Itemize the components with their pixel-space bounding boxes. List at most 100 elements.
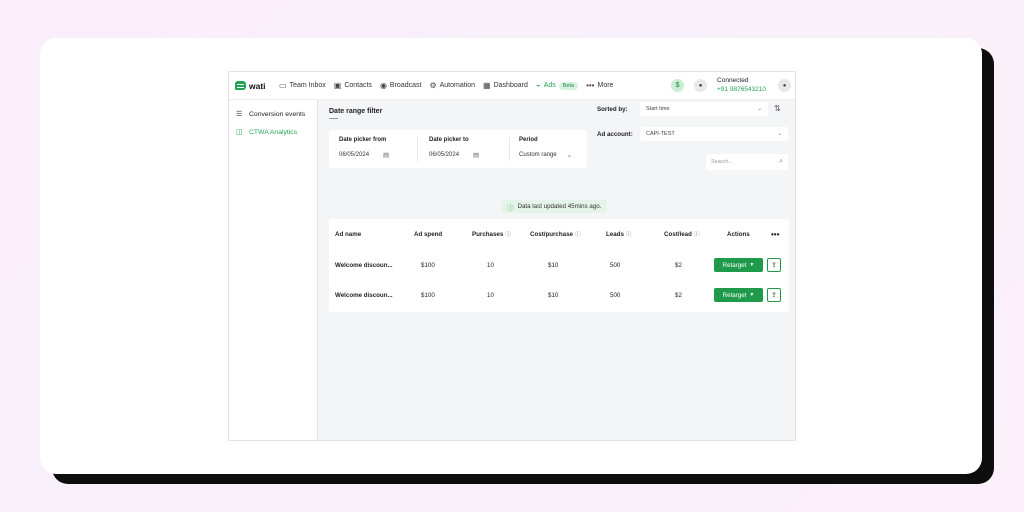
info-icon[interactable]: ⓘ [626, 230, 632, 238]
data-updated-notice: ⓘ Data last updated 45mins ago. [501, 200, 608, 213]
retarget-button[interactable]: Retarget ▼ [714, 288, 763, 302]
ad-account-select[interactable]: CAPI-TEST ⌄ [640, 127, 788, 141]
nav-label: Team Inbox [289, 82, 326, 89]
chevron-down-icon: ⌄ [777, 131, 782, 137]
more-icon: ••• [586, 81, 595, 90]
info-icon: ⓘ [507, 204, 514, 212]
cell-cost-purchase: $10 [548, 291, 559, 299]
list-icon: ☰ [236, 111, 243, 118]
search-placeholder: Search... [711, 159, 734, 165]
cell-ad-spend: $100 [421, 261, 435, 269]
dashboard-icon: ▦ [483, 81, 491, 90]
info-icon[interactable]: ⓘ [575, 230, 581, 238]
connection-info: Connected +91 9876543210 [717, 77, 766, 93]
header-ad-name: Ad name [335, 230, 362, 238]
header-cost-purchase-text: Cost/purchase [530, 230, 573, 238]
nav-right: $ ● Connected +91 9876543210 ● [661, 77, 791, 93]
retarget-label: Retarget [722, 291, 747, 299]
app-window: wati ▭ Team Inbox ▣ Contacts ◉ Broadcast… [228, 71, 796, 441]
header-ad-spend: Ad spend [414, 230, 443, 238]
header-leads: Leads ⓘ [606, 219, 631, 249]
table-row: Welcome discoun... $100 10 $10 500 $2 Re… [329, 250, 789, 280]
date-range-filter-title: Date range filter [329, 108, 383, 115]
sorted-by-select[interactable]: Start time ⌄ [640, 102, 768, 116]
date-to-value[interactable]: 06/05/2024 ▤ [429, 151, 479, 159]
header-cost-purchase: Cost/purchase ⓘ [530, 219, 581, 249]
table-row: Welcome discoun... $100 10 $10 500 $2 Re… [329, 280, 789, 310]
analytics-icon: ◫ [236, 129, 243, 136]
nav-label: Dashboard [493, 82, 528, 89]
logo[interactable]: wati [235, 81, 271, 91]
header-cost-lead: Cost/lead ⓘ [664, 219, 699, 249]
avatar-icon[interactable]: ● [778, 79, 791, 92]
sorted-by-value: Start time [646, 106, 670, 112]
nav-dashboard[interactable]: ▦ Dashboard [483, 81, 528, 90]
nav-team-inbox[interactable]: ▭ Team Inbox [279, 81, 326, 90]
connection-phone: +91 9876543210 [717, 85, 766, 93]
wati-logo-icon [235, 81, 246, 90]
table-header: Ad name Ad spend Purchases ⓘ Cost/purchas… [329, 219, 789, 249]
beta-badge: Beta [558, 81, 579, 90]
period-label: Period [519, 137, 538, 143]
ad-account-value: CAPI-TEST [646, 131, 675, 137]
nav-contacts[interactable]: ▣ Contacts [334, 81, 372, 90]
inbox-icon: ▭ [279, 81, 287, 90]
nav-automation[interactable]: ⚙ Automation [429, 81, 475, 90]
chevron-down-icon: ⌄ [566, 152, 573, 159]
info-icon[interactable]: ⓘ [694, 230, 700, 238]
period-select[interactable]: Custom range ⌄ [519, 151, 572, 159]
header-leads-text: Leads [606, 230, 624, 238]
search-input[interactable]: Search... ⌕ [706, 154, 788, 170]
cell-cost-lead: $2 [675, 261, 682, 269]
export-icon[interactable]: ⇪ [767, 288, 781, 302]
ads-table: Ad name Ad spend Purchases ⓘ Cost/purchas… [329, 219, 789, 312]
header-purchases-text: Purchases [472, 230, 504, 238]
cell-leads: 500 [610, 261, 621, 269]
more-options-icon[interactable]: ••• [771, 219, 779, 249]
date-from-value[interactable]: 06/05/2024 ▤ [339, 151, 389, 159]
header-actions: Actions [727, 230, 750, 238]
ads-icon: ⌁ [535, 81, 541, 90]
search-icon: ⌕ [779, 158, 783, 165]
sidebar-item-ctwa-analytics[interactable]: ◫ CTWA Analytics [229, 123, 317, 141]
date-to-label: Date picker to [429, 137, 469, 143]
period-group[interactable]: Period Custom range ⌄ [519, 137, 572, 159]
cell-ad-name: Welcome discoun... [335, 261, 393, 269]
ad-account-label: Ad account: [597, 131, 633, 138]
bell-icon[interactable]: ● [694, 79, 708, 92]
nav-label: More [597, 82, 614, 89]
date-from-group[interactable]: Date picker from 06/05/2024 ▤ [339, 137, 389, 159]
date-to-text: 06/05/2024 [429, 152, 460, 158]
sidebar-item-label: CTWA Analytics [249, 128, 298, 136]
export-icon[interactable]: ⇪ [767, 258, 781, 272]
date-to-group[interactable]: Date picker to 06/05/2024 ▤ [429, 137, 479, 159]
header-purchases: Purchases ⓘ [472, 219, 511, 249]
cell-ad-name: Welcome discoun... [335, 291, 393, 299]
top-nav: wati ▭ Team Inbox ▣ Contacts ◉ Broadcast… [229, 72, 795, 100]
cell-cost-lead: $2 [675, 291, 682, 299]
retarget-button[interactable]: Retarget ▼ [714, 258, 763, 272]
contacts-icon: ▣ [333, 81, 342, 90]
divider [509, 137, 510, 161]
connection-status: Connected [717, 77, 749, 85]
sidebar-item-label: Conversion events [249, 110, 306, 118]
cell-purchases: 10 [487, 291, 494, 299]
header-cost-lead-text: Cost/lead [664, 230, 692, 238]
sorted-by-label: Sorted by: [597, 106, 628, 113]
dollar-icon[interactable]: $ [671, 79, 685, 92]
sidebar-item-conversion-events[interactable]: ☰ Conversion events [229, 105, 317, 123]
calendar-icon: ▤ [383, 152, 390, 159]
nav-more[interactable]: ••• More [586, 81, 613, 90]
date-from-text: 06/05/2024 [339, 152, 370, 158]
chevron-down-icon: ⌄ [757, 106, 762, 112]
sort-order-icon[interactable]: ⇅ [774, 104, 781, 113]
date-from-label: Date picker from [339, 137, 387, 143]
nav-ads[interactable]: ⌁ Ads Beta [535, 81, 579, 90]
logo-text: wati [249, 80, 266, 91]
nav-broadcast[interactable]: ◉ Broadcast [380, 81, 422, 90]
info-icon[interactable]: ⓘ [505, 230, 511, 238]
nav-label: Automation [439, 82, 476, 89]
calendar-icon: ▤ [473, 152, 480, 159]
nav-label: Broadcast [389, 82, 422, 89]
date-range-filter: Date picker from 06/05/2024 ▤ Date picke… [329, 130, 587, 168]
